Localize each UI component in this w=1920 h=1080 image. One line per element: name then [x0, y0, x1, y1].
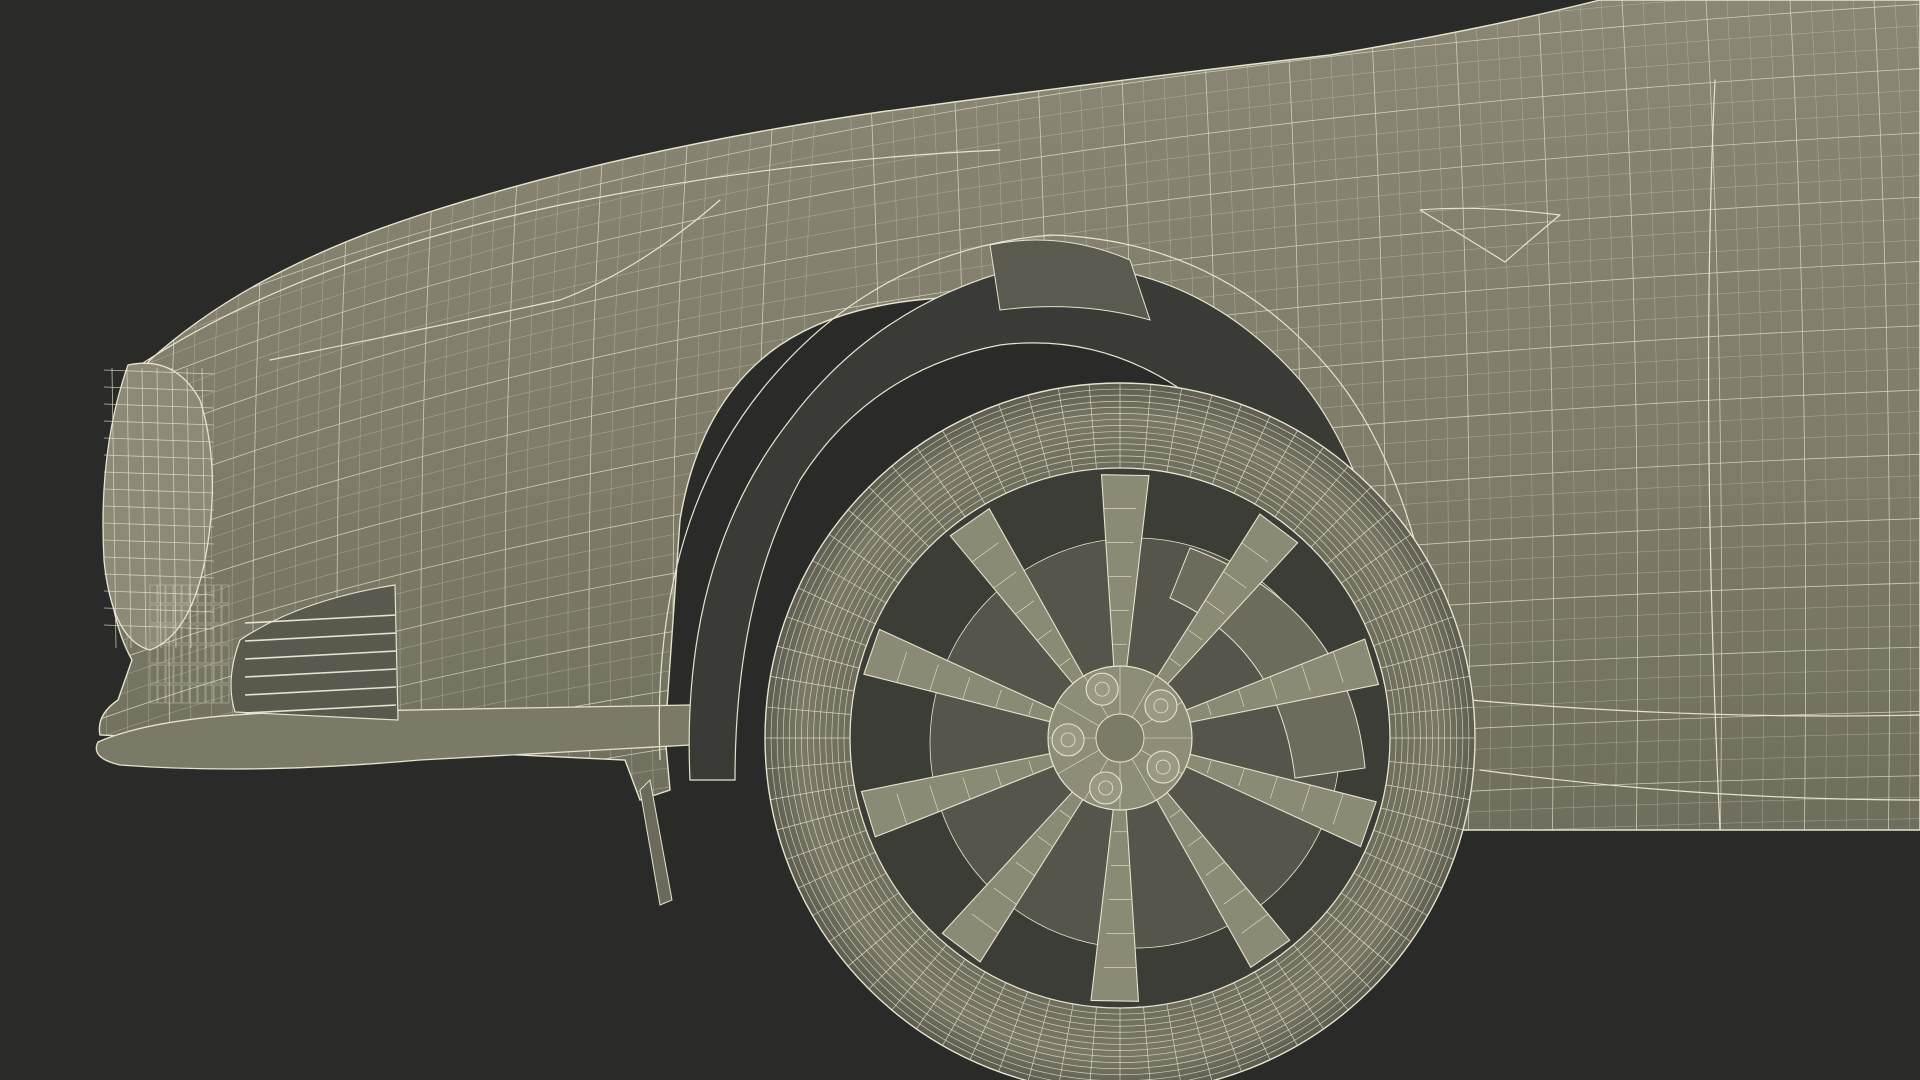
render-viewport	[0, 0, 1920, 1080]
lug-nut	[1144, 689, 1178, 723]
lug-nut	[1085, 672, 1119, 706]
front-wheel	[764, 382, 1476, 1080]
mud-flap	[639, 778, 673, 906]
center-cap	[1095, 713, 1145, 763]
lug-nut	[1089, 771, 1123, 805]
lug-nut	[1051, 723, 1085, 757]
wireframe-car-render	[95, 0, 1920, 1080]
lug-nut	[1146, 750, 1180, 784]
